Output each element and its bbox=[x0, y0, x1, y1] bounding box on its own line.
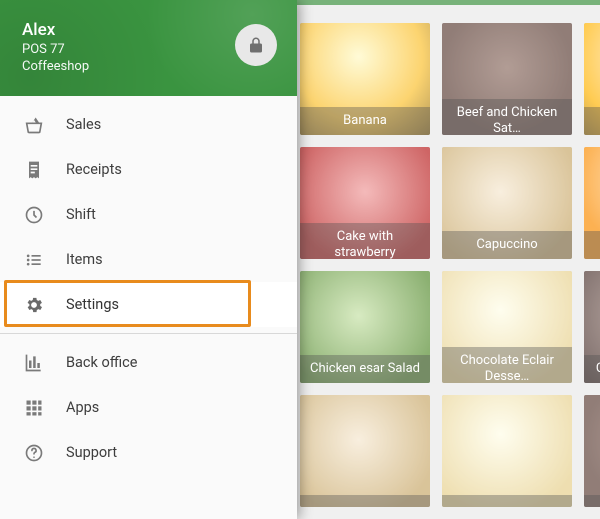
product-tile[interactable] bbox=[584, 395, 600, 507]
tile-caption: Chicken esar Salad bbox=[300, 355, 430, 383]
navigation-drawer: Alex POS 77 Coffeeshop Sales Receipts bbox=[0, 0, 297, 519]
basket-icon bbox=[20, 115, 48, 135]
nav-item-sales[interactable]: Sales bbox=[0, 102, 297, 147]
nav-item-settings[interactable]: Settings bbox=[0, 282, 297, 327]
drawer-header: Alex POS 77 Coffeeshop bbox=[0, 0, 297, 96]
list-icon bbox=[20, 250, 48, 270]
nav-label: Shift bbox=[66, 206, 96, 223]
tile-caption: Beer gla bbox=[584, 107, 600, 135]
nav-item-apps[interactable]: Apps bbox=[0, 385, 297, 430]
product-tile[interactable]: Banana bbox=[300, 23, 430, 135]
product-tile[interactable] bbox=[442, 395, 572, 507]
product-tile[interactable]: Beef and Chicken Sat… bbox=[442, 23, 572, 135]
nav-item-shift[interactable]: Shift bbox=[0, 192, 297, 237]
product-tile[interactable]: Chocolat truffle de bbox=[584, 271, 600, 383]
tile-caption: Beef and Chicken Sat… bbox=[442, 99, 572, 135]
tile-caption: Banana bbox=[300, 107, 430, 135]
gear-icon bbox=[20, 295, 48, 315]
tile-caption: Carrot Fr bbox=[584, 231, 600, 259]
nav-label: Receipts bbox=[66, 161, 122, 178]
tile-caption: Chocolate Eclair Desse… bbox=[442, 347, 572, 383]
tile-caption bbox=[442, 495, 572, 507]
tile-caption: Cake with strawberry bbox=[300, 223, 430, 259]
tile-caption bbox=[300, 495, 430, 507]
nav-label: Sales bbox=[66, 116, 101, 133]
nav-label: Apps bbox=[66, 399, 99, 416]
lock-button[interactable] bbox=[235, 24, 277, 66]
tile-caption: Capuccino bbox=[442, 231, 572, 259]
product-tile[interactable]: Cake with strawberry bbox=[300, 147, 430, 259]
product-tile[interactable]: Chicken esar Salad bbox=[300, 271, 430, 383]
apps-icon bbox=[20, 398, 48, 418]
nav-item-support[interactable]: Support bbox=[0, 430, 297, 475]
product-tile[interactable] bbox=[300, 395, 430, 507]
product-tile[interactable]: Capuccino bbox=[442, 147, 572, 259]
nav-label: Items bbox=[66, 251, 103, 268]
clock-icon bbox=[20, 205, 48, 225]
product-tile[interactable]: Beer gla bbox=[584, 23, 600, 135]
nav-label: Settings bbox=[66, 296, 119, 313]
product-tile[interactable]: Chocolate Eclair Desse… bbox=[442, 271, 572, 383]
tile-caption bbox=[584, 495, 600, 507]
product-tile[interactable]: Carrot Fr bbox=[584, 147, 600, 259]
nav-item-receipts[interactable]: Receipts bbox=[0, 147, 297, 192]
chart-icon bbox=[20, 353, 48, 373]
nav-label: Back office bbox=[66, 354, 137, 371]
lock-icon bbox=[247, 36, 265, 54]
nav-item-items[interactable]: Items bbox=[0, 237, 297, 282]
tile-caption: Chocolat truffle de bbox=[584, 355, 600, 383]
nav-label: Support bbox=[66, 444, 117, 461]
receipt-icon bbox=[20, 160, 48, 180]
help-icon bbox=[20, 443, 48, 463]
menu-divider bbox=[0, 333, 297, 334]
nav-item-back-office[interactable]: Back office bbox=[0, 340, 297, 385]
store-name: Coffeeshop bbox=[22, 59, 277, 74]
